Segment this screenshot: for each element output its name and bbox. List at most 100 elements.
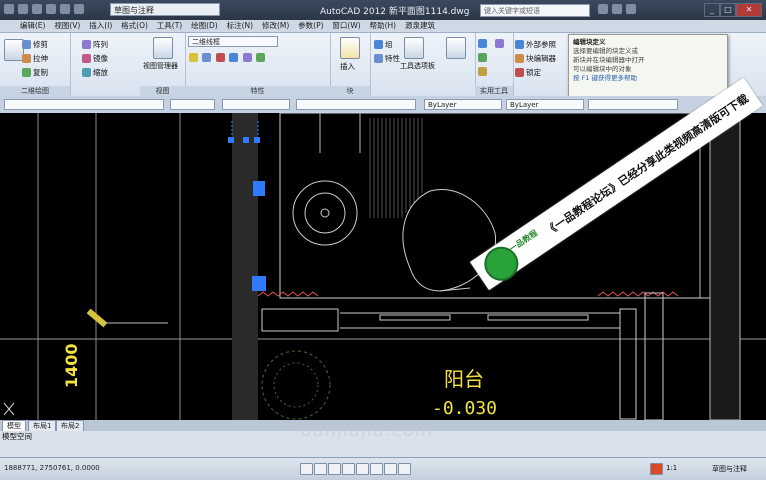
snap-icon[interactable] bbox=[300, 463, 313, 475]
room-label: 阳台 bbox=[444, 367, 484, 391]
scale-icon bbox=[82, 68, 91, 77]
tooltip-line: 编辑块定义 bbox=[573, 38, 606, 46]
plant-symbol-inner bbox=[273, 362, 319, 408]
tooltip-block-editor: 编辑块定义 选择要编辑的块定义或 新块并在块编辑器中打开 可以编辑块中的对象 按… bbox=[568, 34, 728, 98]
xref-button[interactable]: 外部参照 bbox=[515, 39, 556, 50]
lineweight-icon[interactable] bbox=[398, 463, 411, 475]
new-file-icon[interactable] bbox=[18, 4, 28, 14]
ribbon-group-layers: 二维线框 特性 bbox=[185, 33, 331, 96]
open-file-icon[interactable] bbox=[32, 4, 42, 14]
layer-match-icon[interactable] bbox=[242, 53, 252, 62]
paste-button[interactable] bbox=[495, 39, 506, 48]
insert-block-icon[interactable] bbox=[340, 37, 360, 59]
mirror-button[interactable]: 镜像 bbox=[82, 53, 108, 64]
trim-button[interactable]: 修剪 bbox=[22, 39, 48, 50]
wall-column bbox=[232, 113, 258, 420]
binoculars-search-icon[interactable] bbox=[598, 4, 608, 14]
otrack-icon[interactable] bbox=[370, 463, 383, 475]
menu-draw[interactable]: 绘图(D) bbox=[188, 20, 221, 32]
menu-dimension[interactable]: 标注(N) bbox=[224, 20, 256, 32]
menu-edit[interactable]: 编辑(E) bbox=[17, 20, 49, 32]
app-menu-icon[interactable] bbox=[4, 4, 14, 14]
round-table bbox=[292, 180, 358, 246]
close-icon[interactable]: ✕ bbox=[736, 3, 762, 17]
find-button[interactable] bbox=[478, 67, 489, 76]
search-input[interactable]: 键入关键字或短语 bbox=[480, 4, 590, 17]
tool-palettes-button[interactable]: 工具选项板 bbox=[400, 61, 435, 71]
view-manager-button[interactable]: 视图管理器 bbox=[143, 61, 178, 71]
lock-icon[interactable] bbox=[215, 53, 225, 62]
workspace-select[interactable]: 草图与注释 bbox=[110, 3, 220, 16]
minimize-icon[interactable]: _ bbox=[704, 3, 720, 17]
scale-button[interactable]: 缩放 bbox=[82, 67, 108, 78]
layer-tools-dropdown[interactable] bbox=[170, 99, 215, 110]
window-frame bbox=[261, 308, 339, 332]
menu-modify[interactable]: 修改(M) bbox=[259, 20, 292, 32]
insert-button[interactable]: 插入 bbox=[340, 61, 355, 72]
layer-dropdown[interactable] bbox=[4, 99, 164, 110]
mirror-icon bbox=[82, 54, 91, 63]
ribbon-group-block: 插入 块 bbox=[330, 33, 371, 96]
color-dropdown[interactable]: ByLayer bbox=[424, 99, 502, 110]
lineweight-dropdown[interactable] bbox=[588, 99, 678, 110]
group-button[interactable]: 组 bbox=[374, 39, 393, 50]
layer-freeze-icon[interactable] bbox=[255, 53, 265, 62]
tooltip-line: 新块并在块编辑器中打开 bbox=[573, 56, 645, 64]
trim-icon bbox=[22, 40, 31, 49]
menu-window[interactable]: 窗口(W) bbox=[329, 20, 363, 32]
yellow-marker bbox=[86, 308, 108, 328]
polar-icon[interactable] bbox=[342, 463, 355, 475]
user-icon[interactable] bbox=[612, 4, 622, 14]
ribbon-group-view: 视图管理器 视图 bbox=[140, 33, 186, 96]
help-icon[interactable] bbox=[626, 4, 636, 14]
find-icon bbox=[478, 67, 487, 76]
menu-insert[interactable]: 插入(I) bbox=[86, 20, 115, 32]
sogou-ime-icon[interactable] bbox=[650, 463, 663, 475]
break-line bbox=[597, 291, 679, 297]
menu-help[interactable]: 帮助(H) bbox=[367, 20, 400, 32]
right-wall bbox=[709, 113, 741, 420]
osnap-icon[interactable] bbox=[356, 463, 369, 475]
measure-icon bbox=[478, 53, 487, 62]
array-icon bbox=[82, 40, 91, 49]
block-editor-button[interactable]: 块编辑器 bbox=[515, 53, 556, 64]
save-icon[interactable] bbox=[46, 4, 56, 14]
grid-icon[interactable] bbox=[314, 463, 327, 475]
grip-point bbox=[243, 137, 249, 143]
workspace-switch[interactable]: 草图与注释 bbox=[712, 464, 747, 474]
menu-format[interactable]: 格式(O) bbox=[118, 20, 151, 32]
visual-style-dropdown[interactable]: 二维线框 bbox=[188, 36, 278, 47]
view-manager-icon[interactable] bbox=[153, 37, 173, 59]
undo-icon[interactable] bbox=[60, 4, 70, 14]
dyn-icon[interactable] bbox=[384, 463, 397, 475]
stretch-button[interactable]: 拉伸 bbox=[22, 53, 48, 64]
lightbulb-icon[interactable] bbox=[189, 53, 198, 62]
measure-button[interactable] bbox=[478, 53, 489, 62]
lock-button[interactable]: 锁定 bbox=[515, 67, 541, 78]
xref-icon bbox=[515, 40, 524, 49]
menu-yuanquan[interactable]: 源泉建筑 bbox=[402, 20, 438, 32]
annotation-scale-label[interactable]: 1:1 bbox=[666, 464, 677, 472]
color-icon[interactable] bbox=[229, 53, 239, 62]
pillar bbox=[644, 292, 664, 420]
maximize-icon[interactable]: □ bbox=[720, 3, 736, 17]
group-label-layers: 特性 bbox=[185, 86, 330, 96]
array-button[interactable]: 阵列 bbox=[82, 39, 108, 50]
redo-icon[interactable] bbox=[74, 4, 84, 14]
linetype-dropdown[interactable]: ByLayer bbox=[506, 99, 584, 110]
menu-parametric[interactable]: 参数(P) bbox=[295, 20, 326, 32]
ortho-icon[interactable] bbox=[328, 463, 341, 475]
textstyle-dropdown[interactable] bbox=[222, 99, 290, 110]
menu-view[interactable]: 视图(V) bbox=[51, 20, 83, 32]
group-label-utilities: 实用工具 bbox=[475, 86, 513, 96]
properties-button[interactable]: 特性 bbox=[374, 53, 400, 64]
quick-select-button[interactable] bbox=[478, 39, 489, 48]
ribbon-group-properties: 组 特性 工具选项板 bbox=[370, 33, 476, 96]
copy-button[interactable]: 复制 bbox=[22, 67, 48, 78]
tool-palettes-icon[interactable] bbox=[404, 37, 424, 59]
sheet-set-icon[interactable] bbox=[446, 37, 466, 59]
menu-tools[interactable]: 工具(T) bbox=[154, 20, 185, 32]
dimstyle-dropdown[interactable] bbox=[296, 99, 416, 110]
tooltip-line: 可以编辑块中的对象 bbox=[573, 65, 632, 73]
sun-icon[interactable] bbox=[202, 53, 212, 62]
